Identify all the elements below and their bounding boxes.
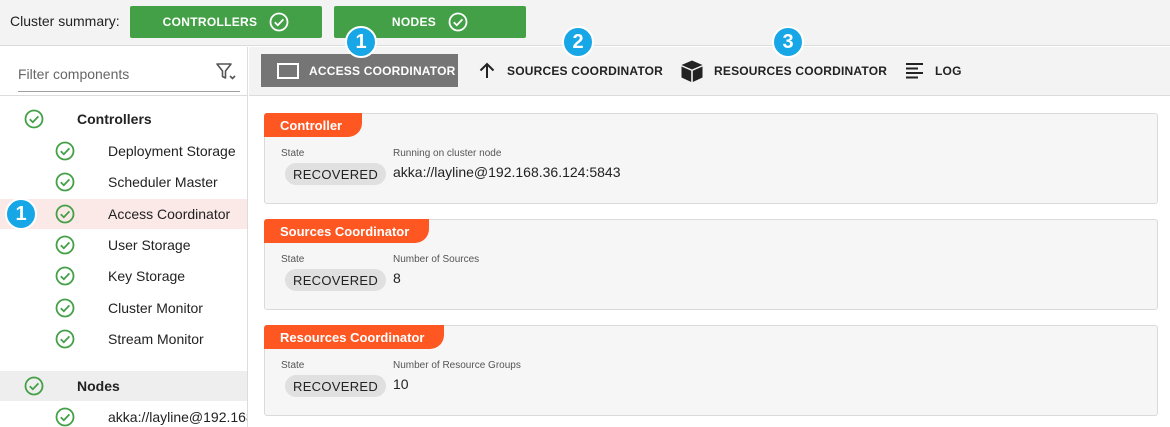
check-circle-icon [55, 298, 75, 318]
callout-badge-1-tab: 1 [345, 26, 377, 58]
nodes-summary-label: NODES [391, 15, 437, 29]
callout-badge-3-tab: 3 [772, 26, 804, 58]
tree-item-label: Deployment Storage [108, 143, 236, 159]
card-title: Controller [264, 113, 363, 137]
controller-card: Controller State RECOVERED Running on cl… [264, 113, 1158, 204]
number-of-sources-label: Number of Sources [393, 254, 480, 265]
tree-item-label: Scheduler Master [108, 174, 218, 190]
tree-item-label: akka://layline@192.168.36.124:5843 [108, 409, 247, 425]
check-circle-icon [24, 109, 44, 129]
check-circle-icon [448, 12, 468, 32]
tab-label: SOURCES COORDINATOR [507, 63, 664, 78]
running-node-label: Running on cluster node [393, 148, 502, 159]
running-node-value: akka://layline@192.168.36.124:5843 [393, 164, 621, 180]
filter-divider [0, 95, 247, 96]
card-title: Sources Coordinator [264, 219, 430, 243]
check-circle-icon [269, 12, 289, 32]
tree-group-label: Controllers [77, 111, 152, 127]
coordinator-details-panel: Controller State RECOVERED Running on cl… [249, 96, 1170, 427]
number-of-resource-groups-label: Number of Resource Groups [393, 360, 521, 371]
check-circle-icon [55, 204, 75, 224]
state-chip: RECOVERED [285, 269, 387, 291]
check-circle-icon [55, 266, 75, 286]
tab-label: RESOURCES COORDINATOR [714, 63, 888, 78]
check-circle-icon [24, 376, 44, 396]
tree-item-label: Key Storage [108, 268, 186, 284]
tab-resources-coordinator[interactable]: RESOURCES COORDINATOR [680, 54, 887, 87]
tree-group-controllers[interactable]: Controllers [0, 104, 247, 134]
check-circle-icon [55, 407, 75, 427]
tree-item-deployment-storage[interactable]: Deployment Storage [0, 136, 247, 166]
callout-badge-1-sidebar: 1 [5, 198, 37, 230]
state-label: State [281, 148, 305, 159]
tree-group-nodes[interactable]: Nodes [0, 371, 247, 401]
state-label: State [281, 360, 305, 371]
check-circle-icon [55, 329, 75, 349]
arrow-up-icon [479, 62, 495, 78]
tree-item-node[interactable]: akka://layline@192.168.36.124:5843 [0, 402, 247, 427]
check-circle-icon [55, 141, 75, 161]
tree-item-scheduler-master[interactable]: Scheduler Master [0, 167, 247, 197]
filter-components-field [18, 57, 240, 92]
cube-icon [681, 60, 703, 82]
tree-item-label: Cluster Monitor [108, 300, 203, 316]
number-of-resource-groups-value: 10 [393, 376, 409, 392]
tree-item-user-storage[interactable]: User Storage [0, 230, 247, 260]
tree-item-access-coordinator[interactable]: Access Coordinator [0, 199, 247, 229]
tree-item-cluster-monitor[interactable]: Cluster Monitor [0, 293, 247, 323]
card-title: Resources Coordinator [264, 325, 445, 349]
tree-group-label: Nodes [77, 378, 120, 394]
callout-badge-2-tab: 2 [562, 26, 594, 58]
number-of-sources-value: 8 [393, 270, 401, 286]
component-tree-sidebar: Controllers Deployment Storage Scheduler… [0, 47, 248, 427]
state-label: State [281, 254, 305, 265]
check-circle-icon [55, 172, 75, 192]
state-chip: RECOVERED [285, 375, 387, 397]
tree-item-label: Access Coordinator [108, 206, 231, 222]
check-circle-icon [55, 235, 75, 255]
sources-coordinator-card: Sources Coordinator State RECOVERED Numb… [264, 219, 1158, 310]
tab-label: ACCESS COORDINATOR [309, 63, 456, 78]
filter-components-input[interactable] [18, 57, 208, 91]
log-lines-icon [906, 62, 923, 78]
filter-icon[interactable] [215, 61, 237, 83]
state-chip: RECOVERED [285, 163, 387, 185]
tree-item-label: User Storage [108, 237, 191, 253]
tab-sources-coordinator[interactable]: SOURCES COORDINATOR [477, 54, 663, 87]
window-icon [277, 62, 299, 79]
tree-item-key-storage[interactable]: Key Storage [0, 261, 247, 291]
tree-item-label: Stream Monitor [108, 331, 204, 347]
controllers-summary-button[interactable]: CONTROLLERS [130, 6, 322, 38]
tree-item-stream-monitor[interactable]: Stream Monitor [0, 324, 247, 354]
tab-label: LOG [935, 63, 962, 78]
controllers-summary-label: CONTROLLERS [162, 15, 258, 29]
coordinator-tab-bar: ACCESS COORDINATOR SOURCES COORDINATOR R… [249, 47, 1170, 96]
cluster-summary-label: Cluster summary: [10, 13, 120, 29]
tab-log[interactable]: LOG [905, 54, 962, 87]
tab-access-coordinator[interactable]: ACCESS COORDINATOR [261, 54, 458, 87]
resources-coordinator-card: Resources Coordinator State RECOVERED Nu… [264, 325, 1158, 416]
